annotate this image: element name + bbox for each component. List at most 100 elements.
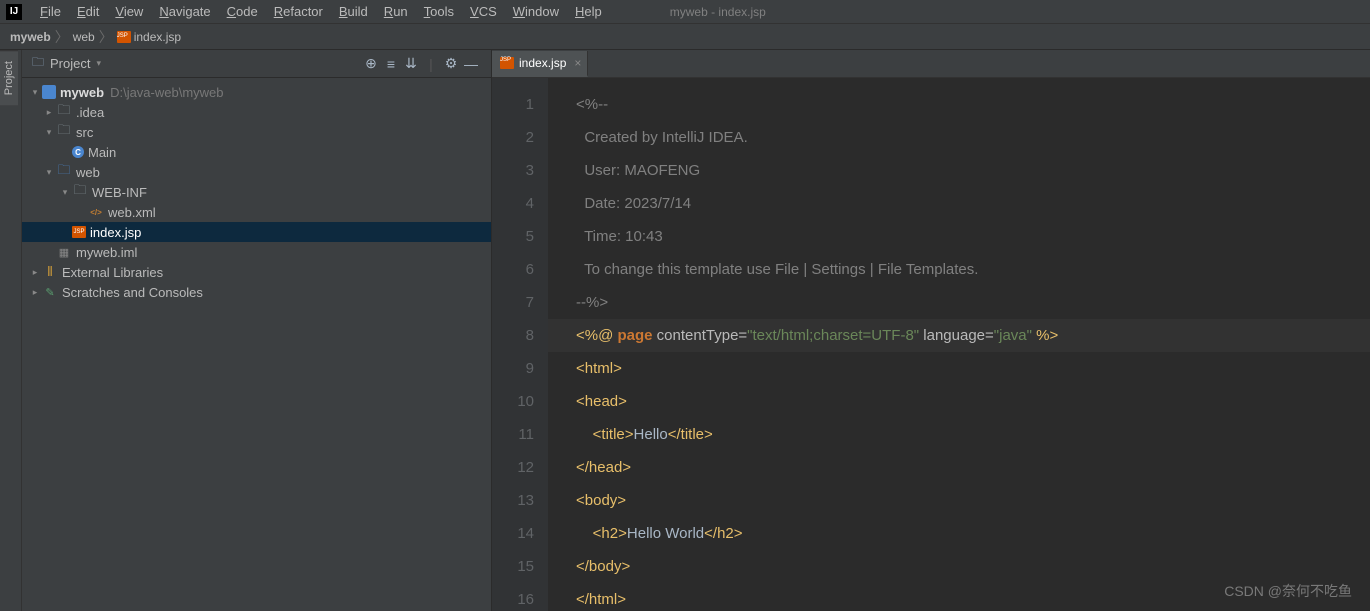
menu-navigate[interactable]: Navigate bbox=[151, 2, 218, 21]
lib-icon bbox=[42, 264, 58, 280]
tree-item-index-jsp[interactable]: index.jsp bbox=[22, 222, 491, 242]
code-line-11[interactable]: <title>Hello</title> bbox=[548, 418, 1370, 451]
code-content[interactable]: <%-- Created by IntelliJ IDEA. User: MAO… bbox=[548, 78, 1370, 611]
line-number: 1 bbox=[492, 88, 534, 121]
main-area: Project 🗀 Project ▾ ⊕ ≡ ⇊ | ⚙ — mywebD:\… bbox=[0, 50, 1370, 611]
code-line-4[interactable]: Date: 2023/7/14 bbox=[548, 187, 1370, 220]
tree-item-label: WEB-INF bbox=[92, 185, 147, 200]
divider: | bbox=[421, 56, 441, 72]
breadcrumb-index-jsp[interactable]: index.jsp bbox=[117, 30, 181, 44]
tree-item-web-inf[interactable]: WEB-INF bbox=[22, 182, 491, 202]
line-number-gutter: 12345678910111213141516 bbox=[492, 78, 548, 611]
menu-file[interactable]: File bbox=[32, 2, 69, 21]
breadcrumb-web[interactable]: web bbox=[73, 30, 95, 44]
tree-item-web-xml[interactable]: web.xml bbox=[22, 202, 491, 222]
code-line-14[interactable]: <h2>Hello World</h2> bbox=[548, 517, 1370, 550]
line-number: 12 bbox=[492, 451, 534, 484]
tree-item-label: External Libraries bbox=[62, 265, 163, 280]
breadcrumb-separator-icon: 〉 bbox=[99, 27, 113, 47]
tree-item--idea[interactable]: .idea bbox=[22, 102, 491, 122]
hide-pane-icon[interactable]: — bbox=[461, 56, 481, 72]
project-header-icon: 🗀 bbox=[32, 53, 44, 74]
tree-item-label: web.xml bbox=[108, 205, 156, 220]
line-number: 16 bbox=[492, 583, 534, 611]
tree-arrow-icon[interactable] bbox=[42, 127, 56, 138]
tree-arrow-icon[interactable] bbox=[28, 267, 42, 278]
code-line-7[interactable]: --%> bbox=[548, 286, 1370, 319]
menu-code[interactable]: Code bbox=[219, 2, 266, 21]
tree-arrow-icon[interactable] bbox=[42, 167, 56, 178]
expand-all-icon[interactable]: ≡ bbox=[381, 56, 401, 72]
tree-arrow-icon[interactable] bbox=[58, 187, 72, 198]
folder-icon bbox=[56, 124, 72, 140]
line-number: 11 bbox=[492, 418, 534, 451]
side-tab-strip: Project bbox=[0, 50, 22, 611]
code-line-10[interactable]: <head> bbox=[548, 385, 1370, 418]
code-line-3[interactable]: User: MAOFENG bbox=[548, 154, 1370, 187]
folder-icon bbox=[56, 104, 72, 120]
project-view-dropdown-icon[interactable]: ▾ bbox=[96, 58, 101, 69]
code-line-1[interactable]: <%-- bbox=[548, 88, 1370, 121]
code-area[interactable]: 12345678910111213141516 <%-- Created by … bbox=[492, 78, 1370, 611]
editor-pane: index.jsp × 12345678910111213141516 <%--… bbox=[492, 50, 1370, 611]
folder-icon bbox=[72, 184, 88, 200]
project-pane-title[interactable]: Project bbox=[50, 56, 90, 71]
app-logo-icon: IJ bbox=[6, 4, 22, 20]
menu-help[interactable]: Help bbox=[567, 2, 610, 21]
breadcrumb-bar: myweb 〉 web 〉 index.jsp bbox=[0, 24, 1370, 50]
code-line-9[interactable]: <html> bbox=[548, 352, 1370, 385]
side-tab-project[interactable]: Project bbox=[0, 50, 18, 105]
tree-item-label: Main bbox=[88, 145, 116, 160]
code-line-13[interactable]: <body> bbox=[548, 484, 1370, 517]
line-number: 5 bbox=[492, 220, 534, 253]
tree-arrow-icon[interactable] bbox=[28, 87, 42, 98]
settings-gear-icon[interactable]: ⚙ bbox=[441, 55, 461, 72]
tree-arrow-icon[interactable] bbox=[42, 107, 56, 118]
breadcrumb-myweb[interactable]: myweb bbox=[10, 30, 51, 44]
code-line-12[interactable]: </head> bbox=[548, 451, 1370, 484]
line-number: 15 bbox=[492, 550, 534, 583]
locate-icon[interactable]: ⊕ bbox=[361, 55, 381, 72]
line-number: 3 bbox=[492, 154, 534, 187]
tree-item-label: Scratches and Consoles bbox=[62, 285, 203, 300]
line-number: 6 bbox=[492, 253, 534, 286]
menu-edit[interactable]: Edit bbox=[69, 2, 107, 21]
menu-run[interactable]: Run bbox=[376, 2, 416, 21]
tree-item-web[interactable]: web bbox=[22, 162, 491, 182]
code-line-8[interactable]: <%@ page contentType="text/html;charset=… bbox=[548, 319, 1370, 352]
tree-item-scratches-and-consoles[interactable]: Scratches and Consoles bbox=[22, 282, 491, 302]
line-number: 4 bbox=[492, 187, 534, 220]
code-line-15[interactable]: </body> bbox=[548, 550, 1370, 583]
breadcrumb-separator-icon: 〉 bbox=[55, 27, 69, 47]
menu-build[interactable]: Build bbox=[331, 2, 376, 21]
tree-arrow-icon[interactable] bbox=[28, 287, 42, 298]
tree-item-label: web bbox=[76, 165, 100, 180]
tree-item-myweb-iml[interactable]: myweb.iml bbox=[22, 242, 491, 262]
line-number: 8 bbox=[492, 319, 534, 352]
line-number: 13 bbox=[492, 484, 534, 517]
line-number: 9 bbox=[492, 352, 534, 385]
window-title: myweb - index.jsp bbox=[670, 5, 766, 19]
jsp-file-icon bbox=[117, 31, 131, 43]
tree-item-main[interactable]: Main bbox=[22, 142, 491, 162]
menu-window[interactable]: Window bbox=[505, 2, 567, 21]
tree-item-label: myweb.iml bbox=[76, 245, 137, 260]
line-number: 2 bbox=[492, 121, 534, 154]
menu-vcs[interactable]: VCS bbox=[462, 2, 505, 21]
collapse-all-icon[interactable]: ⇊ bbox=[401, 55, 421, 72]
tree-item-external-libraries[interactable]: External Libraries bbox=[22, 262, 491, 282]
project-tree[interactable]: mywebD:\java-web\myweb.idea src Main web WEB… bbox=[22, 78, 491, 611]
tree-item-myweb[interactable]: mywebD:\java-web\myweb bbox=[22, 82, 491, 102]
menu-tools[interactable]: Tools bbox=[416, 2, 462, 21]
jsp-icon bbox=[72, 226, 86, 238]
editor-tab-index-jsp[interactable]: index.jsp × bbox=[492, 51, 588, 77]
menu-view[interactable]: View bbox=[107, 2, 151, 21]
tree-item-src[interactable]: src bbox=[22, 122, 491, 142]
menu-refactor[interactable]: Refactor bbox=[266, 2, 331, 21]
tree-item-label: src bbox=[76, 125, 93, 140]
code-line-2[interactable]: Created by IntelliJ IDEA. bbox=[548, 121, 1370, 154]
close-tab-icon[interactable]: × bbox=[574, 56, 581, 70]
code-line-5[interactable]: Time: 10:43 bbox=[548, 220, 1370, 253]
code-line-6[interactable]: To change this template use File | Setti… bbox=[548, 253, 1370, 286]
line-number: 14 bbox=[492, 517, 534, 550]
